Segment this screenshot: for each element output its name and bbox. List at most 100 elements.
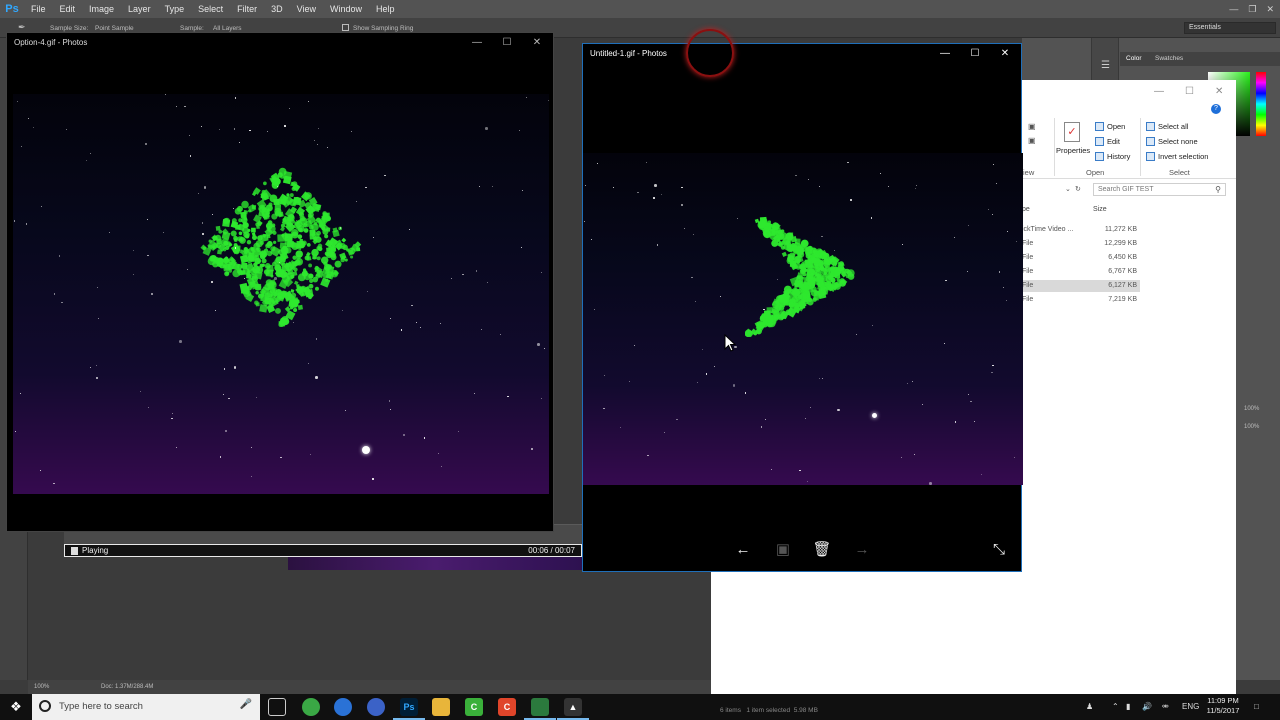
taskbar-search-input[interactable]: Type here to search 🎤 [32, 694, 260, 720]
back-arrow-icon[interactable]: ← [732, 539, 754, 561]
properties-icon[interactable]: ✓ [1064, 122, 1080, 142]
hue-slider[interactable] [1256, 72, 1266, 136]
ribbon-divider [1140, 118, 1141, 176]
clock[interactable]: 11:09 PM 11/5/2017 [1200, 696, 1246, 716]
menu-view[interactable]: View [290, 0, 323, 18]
file-row[interactable]: File 7,219 KB [1022, 294, 1140, 306]
help-icon[interactable]: ? [1211, 104, 1221, 114]
forward-arrow-icon[interactable]: → [851, 539, 873, 561]
menu-file[interactable]: File [24, 0, 53, 18]
menu-help[interactable]: Help [369, 0, 402, 18]
properties-button[interactable]: Properties [1056, 146, 1090, 155]
star [974, 420, 976, 423]
zoom-level[interactable]: 100% [34, 684, 49, 690]
windows-start-icon[interactable]: ❖ [0, 694, 32, 720]
search-input[interactable]: Search GIF TEST ⚲ [1093, 183, 1226, 196]
sampling-ring-checkbox[interactable] [342, 24, 349, 31]
star [799, 469, 801, 471]
star [108, 231, 110, 233]
close-icon[interactable]: ✕ [1266, 4, 1274, 15]
tab-swatches[interactable]: Swatches [1155, 55, 1183, 62]
maximize-icon[interactable]: ☐ [1185, 86, 1194, 97]
star [150, 292, 154, 296]
fullscreen-icon[interactable]: ⤡ [988, 539, 1010, 561]
file-row[interactable]: File 6,450 KB [1022, 252, 1140, 264]
photos-app-icon[interactable]: ▲ [557, 698, 589, 720]
close-icon[interactable]: ✕ [527, 36, 547, 50]
opacity-value[interactable]: 100% [1244, 406, 1259, 412]
minimize-icon[interactable]: — [1154, 86, 1164, 97]
chrome-icon[interactable] [302, 698, 320, 716]
panel-toggle-icon[interactable]: ☰ [1101, 60, 1110, 71]
file-row[interactable]: File 6,767 KB [1022, 266, 1140, 278]
camtasia-icon[interactable]: C [465, 698, 483, 716]
menu-select[interactable]: Select [191, 0, 230, 18]
file-row[interactable]: ickTime Video ... 11,272 KB [1022, 224, 1140, 236]
menu-filter[interactable]: Filter [230, 0, 264, 18]
close-icon[interactable]: ✕ [995, 47, 1015, 61]
select-all-button[interactable]: Select all [1146, 122, 1188, 131]
green-particle [282, 218, 287, 222]
column-type[interactable]: pe [1022, 206, 1030, 213]
tab-color[interactable]: Color [1126, 55, 1142, 62]
history-button[interactable]: History [1095, 152, 1130, 161]
app-icon-pentagon[interactable] [367, 698, 385, 716]
edit-button[interactable]: Edit [1095, 137, 1120, 146]
file-row-selected[interactable]: File 6,127 KB [1022, 280, 1140, 292]
close-icon[interactable]: ✕ [1215, 86, 1223, 97]
language-indicator[interactable]: ENG [1182, 694, 1199, 720]
select-none-button[interactable]: Select none [1146, 137, 1198, 146]
invert-selection-button[interactable]: Invert selection [1146, 152, 1208, 161]
sample-select[interactable]: All Layers [213, 25, 242, 32]
photoshop-taskbar-icon[interactable]: Ps [393, 698, 425, 720]
slideshow-icon[interactable]: ▣ [772, 539, 794, 561]
menu-type[interactable]: Type [158, 0, 192, 18]
maximize-icon[interactable]: ☐ [965, 47, 985, 61]
menu-edit[interactable]: Edit [53, 0, 83, 18]
sample-size-select[interactable]: Point Sample [95, 25, 134, 32]
microphone-icon[interactable]: 🎤 [240, 699, 252, 710]
file-explorer-icon[interactable] [432, 698, 450, 716]
green-particle [244, 234, 250, 239]
star [603, 374, 605, 376]
refresh-icon[interactable]: ↻ [1075, 185, 1081, 193]
minimize-icon[interactable]: — [935, 47, 955, 61]
menu-layer[interactable]: Layer [121, 0, 158, 18]
menu-3d[interactable]: 3D [264, 0, 290, 18]
task-view-icon[interactable] [268, 698, 286, 716]
network-icon[interactable]: ⚮ [1162, 694, 1169, 720]
file-row[interactable]: File 12,299 KB [1022, 238, 1140, 250]
notifications-icon[interactable]: □ [1254, 694, 1259, 720]
star [249, 129, 251, 131]
app-icon-blue[interactable] [334, 698, 352, 716]
green-particle [834, 283, 841, 290]
chevron-up-icon[interactable]: ⌃ [1112, 694, 1119, 720]
volume-icon[interactable]: 🔊 [1142, 694, 1152, 720]
open-button[interactable]: Open [1095, 122, 1125, 131]
paste-shortcut-icon[interactable]: ▣ [1028, 136, 1036, 145]
search-icon[interactable]: ⚲ [1215, 185, 1221, 194]
copy-path-icon[interactable]: ▣ [1028, 122, 1036, 131]
star [656, 244, 658, 246]
minimize-icon[interactable]: — [1229, 4, 1238, 14]
star [913, 453, 915, 456]
restore-icon[interactable]: ❐ [1248, 4, 1256, 15]
fill-value[interactable]: 100% [1244, 424, 1259, 430]
green-particle [216, 238, 222, 245]
menu-image[interactable]: Image [82, 0, 121, 18]
green-particle [792, 288, 801, 297]
people-icon[interactable]: ♟ [1086, 694, 1093, 720]
star [732, 384, 736, 387]
app-icon-green[interactable] [524, 698, 556, 720]
star [871, 217, 873, 219]
camtasia-recorder-icon[interactable]: C [498, 698, 516, 716]
workspace-select[interactable]: Essentials [1184, 22, 1276, 34]
star [66, 129, 68, 131]
column-size[interactable]: Size [1093, 206, 1107, 213]
battery-icon[interactable]: ▮ [1126, 694, 1130, 720]
menu-window[interactable]: Window [323, 0, 369, 18]
maximize-icon[interactable]: ☐ [497, 36, 517, 50]
chevron-down-icon[interactable]: ⌄ [1065, 185, 1071, 193]
delete-icon[interactable]: 🗑 [811, 539, 833, 561]
minimize-icon[interactable]: — [467, 36, 487, 50]
